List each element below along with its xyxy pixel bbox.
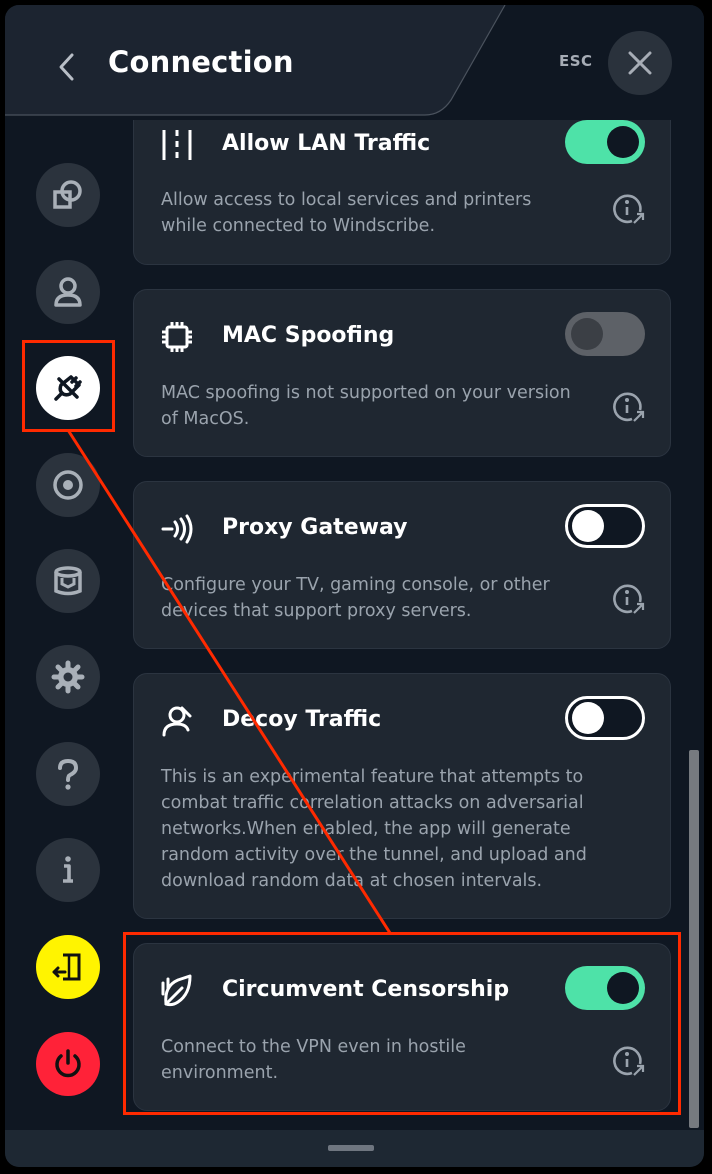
card-description: Connect to the VPN even in hostile envir… — [161, 1037, 466, 1083]
close-icon — [628, 51, 652, 75]
card-circumvent-censorship: Circumvent Censorship Connect to the VPN… — [133, 943, 671, 1111]
page-title: Connection — [108, 45, 294, 79]
circumvent-censorship-toggle[interactable] — [565, 966, 645, 1010]
gear-icon — [51, 660, 85, 694]
scrollbar-thumb[interactable] — [689, 750, 699, 1128]
exit-door-icon — [52, 953, 81, 981]
card-description: Configure your TV, gaming console, or ot… — [161, 575, 550, 621]
sidebar-item-help[interactable] — [36, 742, 100, 806]
info-link-icon[interactable] — [612, 192, 646, 226]
header: Connection ESC — [5, 5, 704, 120]
sidebar-item-advanced[interactable] — [36, 549, 100, 613]
card-description: Allow access to local services and print… — [161, 190, 532, 236]
broadcast-icon — [161, 514, 193, 544]
card-title: MAC Spoofing — [222, 323, 395, 348]
info-icon — [63, 856, 73, 883]
card-description: This is an experimental feature that att… — [161, 767, 587, 891]
info-link-icon[interactable] — [612, 1044, 646, 1078]
preferences-window: Connection ESC Allow LAN Traffic Allow a… — [5, 5, 704, 1167]
settings-list: Allow LAN Traffic Allow access to local … — [131, 120, 687, 1130]
power-icon — [55, 1049, 81, 1078]
card-allow-lan-traffic: Allow LAN Traffic Allow access to local … — [133, 120, 671, 265]
chip-icon — [162, 322, 192, 352]
resize-grip[interactable] — [328, 1145, 374, 1151]
footer-bar — [5, 1130, 704, 1167]
info-link-icon[interactable] — [612, 390, 646, 424]
card-description: MAC spoofing is not supported on your ve… — [161, 383, 571, 429]
card-title: Decoy Traffic — [222, 707, 382, 732]
info-link-icon[interactable] — [612, 582, 646, 616]
user-decoy-icon — [162, 706, 192, 737]
allow-lan-traffic-toggle[interactable] — [565, 120, 645, 164]
shapes-icon — [53, 180, 82, 209]
question-icon — [58, 758, 79, 790]
sidebar-item-connection[interactable] — [36, 356, 100, 420]
leaf-hand-icon — [161, 974, 192, 1007]
target-icon — [53, 470, 83, 500]
card-title: Circumvent Censorship — [222, 977, 510, 1002]
sidebar — [5, 120, 131, 1130]
plug-disconnect-icon — [54, 375, 82, 401]
card-mac-spoofing: MAC Spoofing MAC spoofing is not support… — [133, 289, 671, 457]
proxy-gateway-toggle[interactable] — [565, 504, 645, 548]
chevron-left-icon — [59, 53, 74, 81]
card-decoy-traffic: Decoy Traffic This is an experimental fe… — [133, 673, 671, 919]
decoy-traffic-toggle[interactable] — [565, 696, 645, 740]
sidebar-item-account[interactable] — [36, 260, 100, 324]
sidebar-item-about[interactable] — [36, 838, 100, 902]
sidebar-item-general[interactable] — [36, 163, 100, 227]
sidebar-item-robert[interactable] — [36, 453, 100, 517]
card-title: Proxy Gateway — [222, 515, 408, 540]
close-button[interactable] — [608, 31, 672, 95]
database-icon — [54, 566, 82, 596]
sidebar-item-quit[interactable] — [36, 1032, 100, 1096]
card-proxy-gateway: Proxy Gateway Configure your TV, gaming … — [133, 481, 671, 649]
esc-label: ESC — [559, 52, 593, 70]
sidebar-item-logout[interactable] — [36, 935, 100, 999]
back-button[interactable] — [49, 43, 85, 91]
user-icon — [54, 277, 82, 307]
mac-spoofing-toggle[interactable] — [565, 312, 645, 356]
sidebar-item-settings[interactable] — [36, 645, 100, 709]
card-title: Allow LAN Traffic — [222, 131, 431, 156]
lan-icon — [162, 130, 192, 160]
